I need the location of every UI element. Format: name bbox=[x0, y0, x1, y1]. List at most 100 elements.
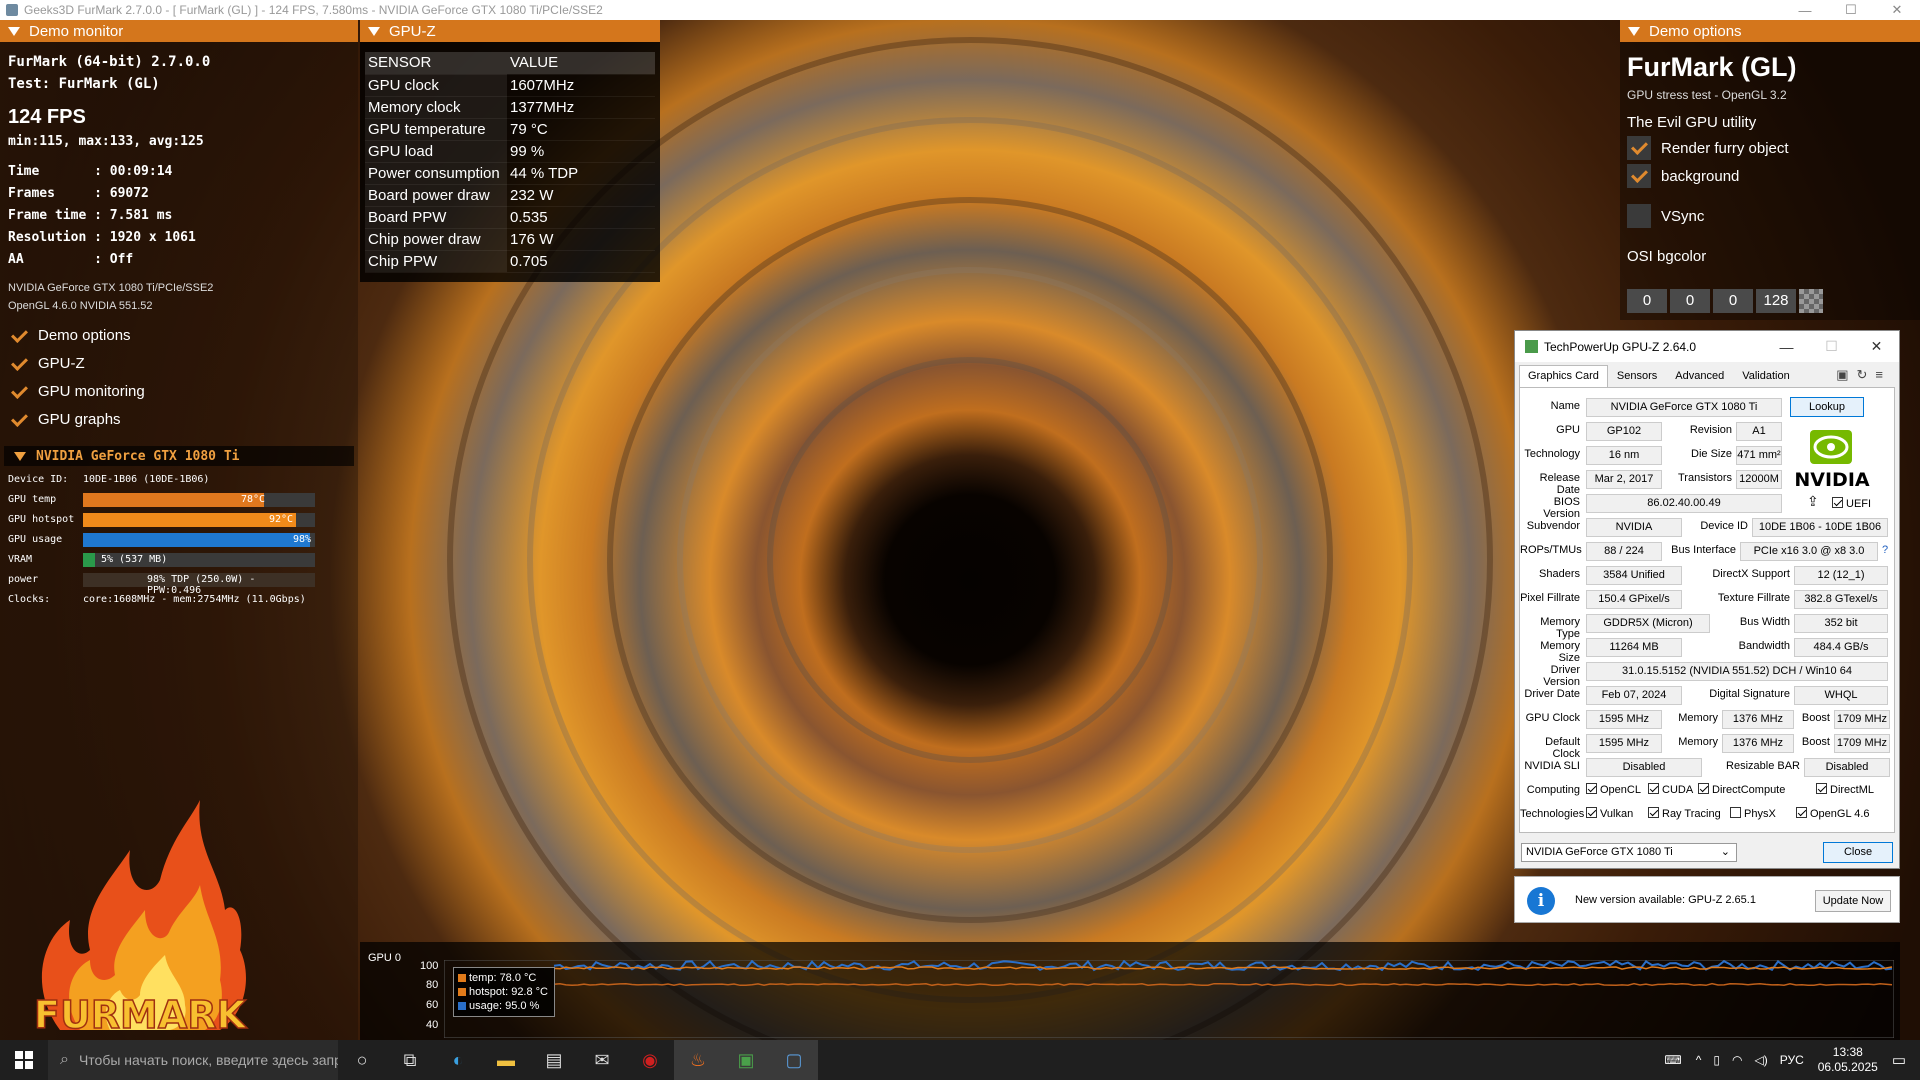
gpu-field: GP102 bbox=[1586, 422, 1662, 441]
directcompute-checkbox: DirectCompute bbox=[1698, 783, 1785, 796]
demo-monitor-header[interactable]: Demo monitor bbox=[0, 20, 358, 42]
gpu-select-dropdown[interactable]: NVIDIA GeForce GTX 1080 Ti ⌄ bbox=[1521, 843, 1737, 862]
keyboard-icon[interactable]: ⌨ bbox=[1664, 1053, 1681, 1067]
checkbox-demo-options[interactable]: Demo options bbox=[10, 326, 131, 344]
gpu-z-overlay-header[interactable]: GPU-Z bbox=[360, 20, 660, 42]
mail-icon[interactable]: ✉ bbox=[578, 1040, 626, 1080]
gpu-usage-bar: 98% bbox=[83, 533, 315, 547]
subvendor-label: Subvendor bbox=[1526, 520, 1580, 532]
background-checkbox[interactable]: background bbox=[1627, 164, 1739, 188]
help-icon[interactable]: ? bbox=[1882, 544, 1888, 556]
bios-version-field: 86.02.40.00.49 bbox=[1586, 494, 1782, 513]
gpu-usage-value: 98% bbox=[293, 534, 312, 545]
gpu-section-header[interactable]: NVIDIA GeForce GTX 1080 Ti bbox=[4, 446, 354, 466]
refresh-icon[interactable]: ↻ bbox=[1857, 367, 1876, 382]
ray-tracing-checkbox: Ray Tracing bbox=[1648, 807, 1721, 820]
tab-advanced[interactable]: Advanced bbox=[1666, 365, 1733, 387]
maximize-button[interactable]: ☐ bbox=[1828, 2, 1874, 18]
texture-fillrate-label: Texture Fillrate bbox=[1717, 592, 1790, 604]
graph-legend: temp: 78.0 °C hotspot: 92.8 °C usage: 95… bbox=[453, 967, 555, 1017]
table-row: GPU clock 1607MHz bbox=[365, 74, 655, 97]
tab-sensors[interactable]: Sensors bbox=[1608, 365, 1666, 387]
app-red-icon[interactable]: ◉ bbox=[626, 1040, 674, 1080]
camera-icon[interactable]: ▣ bbox=[1836, 367, 1856, 382]
edge-icon[interactable]: ◐ bbox=[434, 1040, 482, 1080]
vulkan-checkbox: Vulkan bbox=[1586, 807, 1633, 820]
cortana-icon[interactable]: ○ bbox=[338, 1040, 386, 1080]
gpu-z-close-dialog-button[interactable]: Close bbox=[1823, 842, 1893, 863]
task-view-icon[interactable]: ⧉ bbox=[386, 1040, 434, 1080]
volume-icon[interactable]: ◁) bbox=[1754, 1053, 1767, 1067]
name-field: NVIDIA GeForce GTX 1080 Ti bbox=[1586, 398, 1782, 417]
color-swatch[interactable] bbox=[1799, 289, 1823, 313]
demo-options-header[interactable]: Demo options bbox=[1620, 20, 1920, 42]
gpu-z-window: TechPowerUp GPU-Z 2.64.0 — ☐ ✕ Graphics … bbox=[1514, 330, 1900, 869]
osi-b-input[interactable]: 0 bbox=[1713, 289, 1753, 313]
memory-type-label: Memory Type bbox=[1540, 616, 1580, 640]
table-row: Chip power draw 176 W bbox=[365, 228, 655, 251]
lookup-button[interactable]: Lookup bbox=[1790, 397, 1864, 417]
gpu-z-maximize-button[interactable]: ☐ bbox=[1809, 338, 1854, 355]
windows-icon bbox=[15, 1051, 33, 1069]
osi-g-input[interactable]: 0 bbox=[1670, 289, 1710, 313]
tab-validation[interactable]: Validation bbox=[1733, 365, 1799, 387]
demo-options-panel: Demo options FurMark (GL) GPU stress tes… bbox=[1620, 20, 1920, 320]
rops-tmus-label: ROPs/TMUs bbox=[1520, 544, 1582, 556]
render-furry-checkbox[interactable]: Render furry object bbox=[1627, 136, 1789, 160]
nvidia-sli-field: Disabled bbox=[1586, 758, 1702, 777]
vram-value: 5% (537 MB) bbox=[101, 554, 168, 565]
legend-item-usage: usage: 95.0 % bbox=[458, 999, 550, 1013]
store-icon[interactable]: ▤ bbox=[530, 1040, 578, 1080]
minimize-button[interactable]: — bbox=[1782, 3, 1828, 18]
taskbar-search-box[interactable]: ⌕ Чтобы начать поиск, введите здесь запр… bbox=[48, 1040, 338, 1080]
sensor-column-header: SENSOR bbox=[365, 52, 507, 75]
time-readout: Time : 00:09:14 bbox=[8, 164, 173, 179]
osi-bgcolor-label: OSI bgcolor bbox=[1627, 248, 1707, 265]
gpu-z-minimize-button[interactable]: — bbox=[1764, 339, 1809, 355]
file-explorer-icon[interactable]: ▬ bbox=[482, 1040, 530, 1080]
notifications-icon[interactable]: ▭ bbox=[1892, 1051, 1906, 1069]
table-row: Memory clock 1377MHz bbox=[365, 96, 655, 119]
vsync-checkbox[interactable]: VSync bbox=[1627, 204, 1704, 228]
language-indicator[interactable]: РУС bbox=[1780, 1053, 1804, 1067]
info-icon: i bbox=[1527, 887, 1555, 915]
furmark-logo-text: FURMARK bbox=[34, 993, 248, 1037]
update-now-button[interactable]: Update Now bbox=[1815, 890, 1891, 912]
die-size-field: 471 mm² bbox=[1736, 446, 1782, 465]
osi-r-input[interactable]: 0 bbox=[1627, 289, 1667, 313]
gpu-z-taskbar-icon[interactable]: ▣ bbox=[722, 1040, 770, 1080]
window-taskbar-icon[interactable]: ▢ bbox=[770, 1040, 818, 1080]
memory-clock-label: Memory bbox=[1678, 712, 1718, 724]
shaders-label: Shaders bbox=[1539, 568, 1580, 580]
share-icon[interactable]: ⇪ bbox=[1807, 493, 1819, 510]
checkbox-gpu-graphs[interactable]: GPU graphs bbox=[10, 410, 121, 428]
graphics-card-pane: Name NVIDIA GeForce GTX 1080 Ti Lookup G… bbox=[1519, 387, 1895, 833]
network-icon[interactable]: ◠ bbox=[1732, 1053, 1742, 1067]
gpu-z-close-button[interactable]: ✕ bbox=[1854, 338, 1899, 355]
chevron-up-icon[interactable]: ^ bbox=[1696, 1053, 1702, 1067]
digital-signature-label: Digital Signature bbox=[1709, 688, 1790, 700]
tab-graphics-card[interactable]: Graphics Card bbox=[1519, 365, 1608, 387]
osi-a-input[interactable]: 128 bbox=[1756, 289, 1796, 313]
value-column-header: VALUE bbox=[507, 52, 655, 75]
memory-size-field: 11264 MB bbox=[1586, 638, 1682, 657]
checkmark-icon bbox=[1627, 164, 1651, 188]
device-id-value: 10DE-1B06 (10DE-1B06) bbox=[83, 474, 210, 485]
clock[interactable]: 13:38 06.05.2025 bbox=[1818, 1045, 1878, 1075]
gpu-z-title: TechPowerUp GPU-Z 2.64.0 bbox=[1544, 339, 1697, 354]
checkbox-gpu-monitoring[interactable]: GPU monitoring bbox=[10, 382, 145, 400]
furmark-taskbar-icon[interactable]: ♨ bbox=[674, 1040, 722, 1080]
test-name: Test: FurMark (GL) bbox=[8, 76, 160, 92]
directx-support-field: 12 (12_1) bbox=[1794, 566, 1888, 585]
device-icon[interactable]: ▯ bbox=[1713, 1053, 1720, 1067]
checkbox-gpu-z[interactable]: GPU-Z bbox=[10, 354, 85, 372]
close-button[interactable]: ✕ bbox=[1874, 2, 1920, 18]
table-row: Board PPW 0.535 bbox=[365, 206, 655, 229]
clock-date: 06.05.2025 bbox=[1817, 1060, 1878, 1074]
collapse-triangle-icon bbox=[8, 26, 20, 36]
frames-readout: Frames : 69072 bbox=[8, 186, 149, 201]
release-date-field: Mar 2, 2017 bbox=[1586, 470, 1662, 489]
start-button[interactable] bbox=[0, 1040, 48, 1080]
menu-icon[interactable]: ≡ bbox=[1875, 367, 1891, 382]
checkmark-icon bbox=[10, 326, 28, 344]
